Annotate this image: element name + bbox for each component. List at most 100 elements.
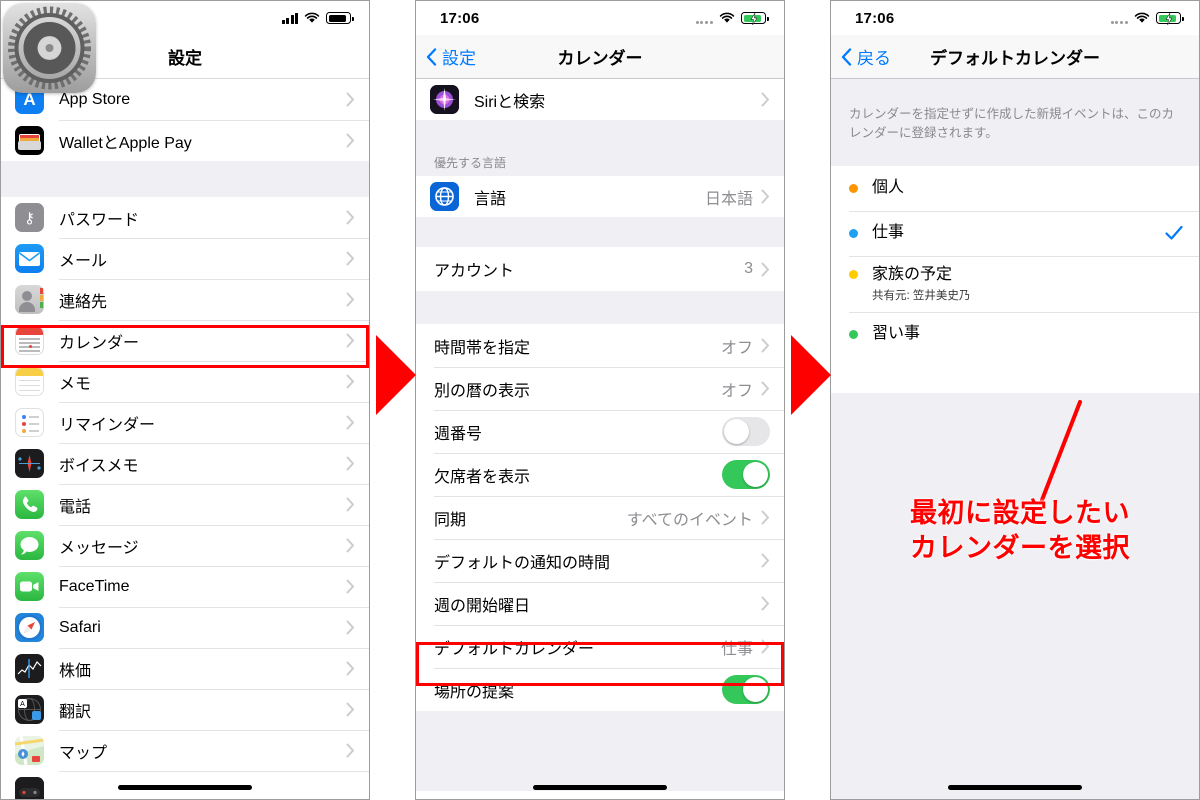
- list-item-calendar-personal[interactable]: 個人: [831, 165, 1199, 211]
- section-gap: [416, 120, 784, 148]
- phone-icon: [15, 490, 44, 519]
- sidebar-item-translate[interactable]: A 翻訳: [1, 689, 369, 730]
- translate-icon: A: [15, 695, 44, 724]
- sidebar-item-mail[interactable]: メール: [1, 238, 369, 279]
- chevron-right-icon: [761, 92, 769, 107]
- contacts-icon: [15, 285, 44, 314]
- sidebar-item-safari[interactable]: Safari: [1, 607, 369, 648]
- sidebar-item-voice-memos[interactable]: ボイスメモ: [1, 443, 369, 484]
- callout-line-2: カレンダーを選択: [910, 532, 1130, 563]
- calendar-color-dot: [849, 269, 858, 279]
- row-siri-search[interactable]: Siriと検索: [416, 79, 784, 120]
- passwords-icon: ⚷: [15, 203, 44, 232]
- row-location-suggestions[interactable]: 場所の提案: [416, 668, 784, 711]
- sidebar-item-passwords[interactable]: ⚷ パスワード: [1, 197, 369, 238]
- signal-dots-icon: [695, 13, 713, 24]
- row-label: カレンダー: [59, 334, 140, 352]
- row-label: 言語: [474, 190, 507, 208]
- row-default-calendar[interactable]: デフォルトカレンダー 仕事: [416, 625, 784, 668]
- toggle-week-numbers[interactable]: [722, 417, 770, 446]
- chevron-right-icon: [346, 374, 354, 389]
- sidebar-item-maps[interactable]: マップ: [1, 730, 369, 771]
- row-start-week-on[interactable]: 週の開始曜日: [416, 582, 784, 625]
- status-time: 17:06: [440, 9, 480, 27]
- chevron-right-icon: [761, 338, 769, 353]
- list-item-calendar-family[interactable]: 家族の予定 共有元: 笠井美史乃: [831, 255, 1199, 312]
- back-button-settings[interactable]: 設定: [416, 44, 476, 69]
- bottom-gap: [416, 711, 784, 791]
- row-label: WalletとApple Pay: [59, 134, 192, 152]
- phone-panel-default-calendar: 17:06 戻る デフォルトカレンダー カレンダーを指定せずに作成した新規イベン…: [830, 0, 1200, 800]
- row-value: 仕事: [720, 640, 753, 658]
- chevron-right-icon: [346, 415, 354, 430]
- row-label: App Store: [59, 90, 131, 108]
- home-indicator: [416, 785, 784, 790]
- chevron-right-icon: [346, 133, 354, 148]
- chevron-right-icon: [346, 538, 354, 553]
- status-indicators: [695, 12, 769, 25]
- row-label: ボイスメモ: [59, 457, 139, 475]
- wifi-icon: [304, 12, 320, 24]
- group-header-language: 優先する言語: [416, 148, 784, 176]
- row-language[interactable]: 言語 日本語: [416, 176, 784, 217]
- calendar-color-dot: [849, 183, 858, 193]
- chevron-right-icon: [346, 620, 354, 635]
- sidebar-item-stocks[interactable]: 株価: [1, 648, 369, 689]
- list-item-calendar-lessons[interactable]: 習い事: [831, 311, 1199, 357]
- toggle-show-invitee-declines[interactable]: [722, 460, 770, 489]
- chevron-right-icon: [346, 210, 354, 225]
- safari-icon: [15, 613, 44, 642]
- chevron-right-icon: [346, 456, 354, 471]
- screenshot-stage: 設定 A App Store WalletとApple Pay ⚷ パスワード …: [0, 0, 1200, 800]
- list-item-calendar-work[interactable]: 仕事: [831, 210, 1199, 256]
- wifi-icon: [719, 12, 735, 24]
- row-label: Siriと検索: [474, 93, 546, 111]
- row-label: メッセージ: [59, 539, 139, 557]
- row-accounts[interactable]: アカウント 3: [416, 247, 784, 291]
- row-alternate-calendars[interactable]: 別の暦の表示 オフ: [416, 367, 784, 410]
- row-show-invitee-declines[interactable]: 欠席者を表示: [416, 453, 784, 496]
- sidebar-item-reminders[interactable]: リマインダー: [1, 402, 369, 443]
- row-label: 週番号: [434, 425, 483, 443]
- row-label: アカウント: [434, 263, 515, 280]
- row-label: 同期: [434, 511, 467, 529]
- row-week-numbers[interactable]: 週番号: [416, 410, 784, 453]
- row-label: 株価: [59, 662, 92, 680]
- sidebar-item-messages[interactable]: メッセージ: [1, 525, 369, 566]
- row-time-zone-override[interactable]: 時間帯を指定 オフ: [416, 324, 784, 367]
- back-button[interactable]: 戻る: [831, 44, 891, 69]
- callout-leader-line: [1040, 400, 1082, 502]
- row-label: 時間帯を指定: [434, 339, 531, 357]
- sidebar-item-contacts[interactable]: 連絡先: [1, 279, 369, 320]
- chevron-right-icon: [761, 596, 769, 611]
- row-sync[interactable]: 同期 すべてのイベント: [416, 496, 784, 539]
- messages-icon: [15, 531, 44, 560]
- chevron-right-icon: [761, 381, 769, 396]
- sidebar-item-calendar[interactable]: カレンダー: [1, 320, 369, 361]
- chevron-right-icon: [346, 251, 354, 266]
- sidebar-item-facetime[interactable]: FaceTime: [1, 566, 369, 607]
- row-label: 場所の提案: [434, 683, 515, 701]
- sidebar-item-notes[interactable]: メモ: [1, 361, 369, 402]
- settings-list: A App Store WalletとApple Pay ⚷ パスワード メール…: [1, 79, 369, 799]
- row-label: メール: [59, 252, 108, 270]
- chevron-right-icon: [346, 661, 354, 676]
- status-indicators: [281, 12, 354, 24]
- chevron-right-icon: [346, 333, 354, 348]
- language-icon: [430, 182, 459, 211]
- empty-area: [831, 393, 1199, 799]
- row-value: オフ: [720, 339, 753, 357]
- row-label: Safari: [59, 618, 101, 636]
- toggle-location-suggestions[interactable]: [722, 675, 770, 704]
- row-label: リマインダー: [59, 416, 156, 434]
- sidebar-item-phone[interactable]: 電話: [1, 484, 369, 525]
- back-label: 設定: [442, 49, 476, 68]
- svg-text:A: A: [20, 701, 25, 708]
- row-label: メモ: [59, 375, 92, 393]
- sidebar-item-wallet[interactable]: WalletとApple Pay: [1, 120, 369, 161]
- signal-bars-icon: [281, 12, 298, 24]
- row-default-alert-times[interactable]: デフォルトの通知の時間: [416, 539, 784, 582]
- nav-bar-right: 戻る デフォルトカレンダー: [831, 35, 1199, 79]
- chevron-right-icon: [761, 510, 769, 525]
- chevron-right-icon: [346, 92, 354, 107]
